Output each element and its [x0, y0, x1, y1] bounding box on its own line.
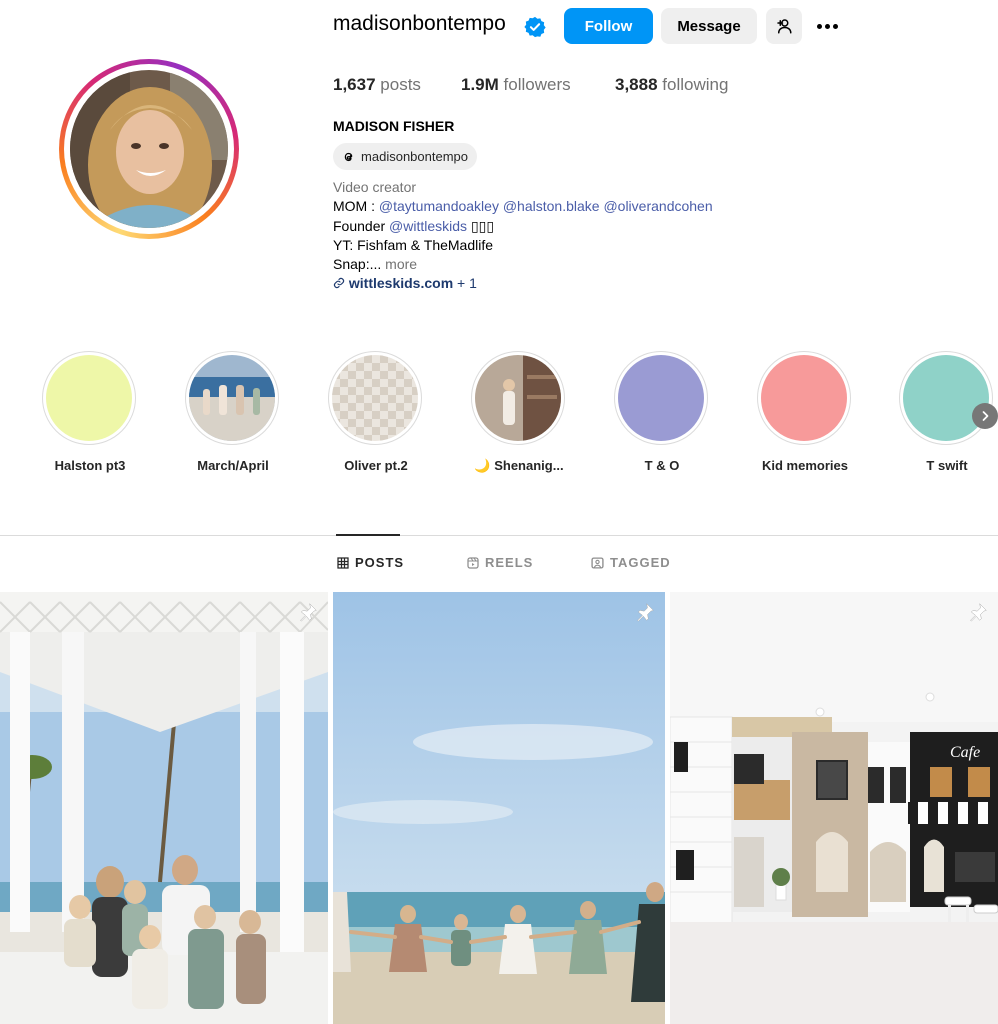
- active-tab-indicator: [336, 534, 400, 536]
- highlight-cover: [475, 355, 561, 441]
- highlight-cover: [46, 355, 132, 441]
- tab-tagged[interactable]: TAGGED: [591, 555, 671, 570]
- highlight-cover: [903, 355, 989, 441]
- highlight-ring: [614, 351, 708, 445]
- highlight-label: Oliver pt.2: [344, 458, 408, 473]
- highlight-cover: [618, 355, 704, 441]
- highlight-label: 🌙 Shenanig...: [474, 458, 564, 473]
- chevron-right-icon: [982, 411, 989, 421]
- followers-label: followers: [503, 75, 571, 94]
- post-image-kids-on-beach: [333, 592, 665, 1024]
- follow-button[interactable]: Follow: [564, 8, 653, 44]
- post-tile-2[interactable]: [333, 592, 665, 1024]
- threads-badge[interactable]: madisonbontempo: [333, 143, 477, 170]
- highlight-march-april[interactable]: March/April: [185, 351, 281, 473]
- tab-tagged-label: TAGGED: [610, 555, 671, 570]
- post-tile-3[interactable]: Cafe: [670, 592, 998, 1024]
- highlight-ring: [757, 351, 851, 445]
- highlight-ring: [328, 351, 422, 445]
- bio-category: Video creator: [333, 179, 417, 195]
- highlight-kid-memories[interactable]: Kid memories: [757, 351, 853, 473]
- bio-line-mom: MOM : @taytumandoakley @halston.blake @o…: [333, 197, 833, 216]
- tabs-divider: [0, 535, 998, 536]
- message-button[interactable]: Message: [661, 8, 757, 44]
- bio-tag-halston[interactable]: @halston.blake: [503, 198, 600, 214]
- tagged-icon: [591, 556, 604, 569]
- svg-text:Cafe: Cafe: [950, 744, 980, 761]
- bio-tag-wittleskids[interactable]: @wittleskids: [389, 218, 467, 234]
- profile-username: madisonbontempo: [333, 12, 506, 35]
- bio-founder-prefix: Founder: [333, 217, 390, 234]
- highlight-ring: [899, 351, 993, 445]
- pinned-icon: [970, 602, 987, 622]
- highlight-cover: [189, 355, 275, 441]
- more-dots-icon: [816, 23, 838, 29]
- following-label: following: [662, 75, 729, 94]
- profile-full-name: MADISON FISHER: [333, 118, 455, 134]
- bio-line-founder: Founder @wittleskids ▯▯▯: [333, 217, 833, 236]
- avatar-photo: [70, 70, 228, 228]
- tab-posts-label: POSTS: [355, 555, 405, 570]
- bio-snap-text: Snap:...: [333, 256, 382, 273]
- reels-icon: [467, 556, 479, 569]
- bio-more-link[interactable]: more: [385, 256, 417, 272]
- highlight-t-and-o[interactable]: T & O: [614, 351, 710, 473]
- highlights-next-button[interactable]: [972, 403, 998, 429]
- profile-avatar[interactable]: [70, 70, 228, 228]
- profile-avatar-ring[interactable]: [59, 59, 239, 239]
- tab-posts[interactable]: POSTS: [337, 555, 404, 570]
- following-count: 3,888: [615, 75, 658, 94]
- bio-line-yt: YT: Fishfam & TheMadlife: [333, 236, 494, 253]
- tab-reels[interactable]: REELS: [467, 555, 533, 570]
- post-image-family-gazebo: [0, 592, 328, 1024]
- bio-link-extra[interactable]: + 1: [453, 275, 477, 291]
- add-person-icon: [777, 19, 792, 34]
- highlight-label: T swift: [926, 458, 968, 473]
- highlight-label: Kid memories: [762, 458, 848, 473]
- post-image-playhouse-cafe: Cafe: [670, 592, 998, 1024]
- highlight-cover: [761, 355, 847, 441]
- stat-following[interactable]: 3,888 following: [615, 75, 728, 95]
- bio-founder-suffix: ▯▯▯: [467, 217, 495, 234]
- bio-tag-oliverandcohen[interactable]: @oliverandcohen: [603, 198, 712, 214]
- highlight-ring: [185, 351, 279, 445]
- highlight-ring: [471, 351, 565, 445]
- highlight-shenanigans[interactable]: 🌙 Shenanig...: [471, 351, 567, 473]
- suggested-accounts-button[interactable]: [766, 8, 802, 44]
- stat-followers[interactable]: 1.9M followers: [461, 75, 571, 95]
- highlight-ring: [42, 351, 136, 445]
- bio-line-snap: Snap:... more: [333, 255, 833, 274]
- highlight-cover: [332, 355, 418, 441]
- highlight-label: T & O: [644, 458, 680, 473]
- link-icon: [333, 278, 345, 289]
- tab-reels-label: REELS: [485, 555, 534, 570]
- pinned-icon: [300, 602, 317, 622]
- highlight-oliver-pt2[interactable]: Oliver pt.2: [328, 351, 424, 473]
- highlight-halston-pt3[interactable]: Halston pt3: [42, 351, 138, 473]
- post-tile-1[interactable]: [0, 592, 328, 1024]
- pinned-icon: [637, 602, 654, 622]
- avatar-gap: [64, 64, 234, 234]
- posts-label: posts: [380, 75, 421, 94]
- highlight-t-swift[interactable]: T swift: [899, 351, 995, 473]
- grid-icon: [337, 556, 349, 569]
- followers-count: 1.9M: [461, 75, 499, 94]
- threads-handle: madisonbontempo: [361, 149, 468, 164]
- highlight-label: March/April: [197, 458, 269, 473]
- stat-posts: 1,637 posts: [333, 75, 421, 95]
- posts-count: 1,637: [333, 75, 376, 94]
- more-options-button[interactable]: [812, 8, 842, 44]
- profile-bio: Video creator MOM : @taytumandoakley @ha…: [333, 178, 833, 294]
- verified-badge-icon: [524, 16, 546, 38]
- bio-mom-prefix: MOM :: [333, 198, 379, 215]
- bio-tag-taytumandoakley[interactable]: @taytumandoakley: [379, 198, 499, 214]
- bio-website-link[interactable]: wittleskids.com: [349, 275, 453, 291]
- highlight-label: Halston pt3: [54, 458, 126, 473]
- threads-icon: [344, 152, 353, 161]
- bio-link-row[interactable]: wittleskids.com + 1: [333, 274, 833, 293]
